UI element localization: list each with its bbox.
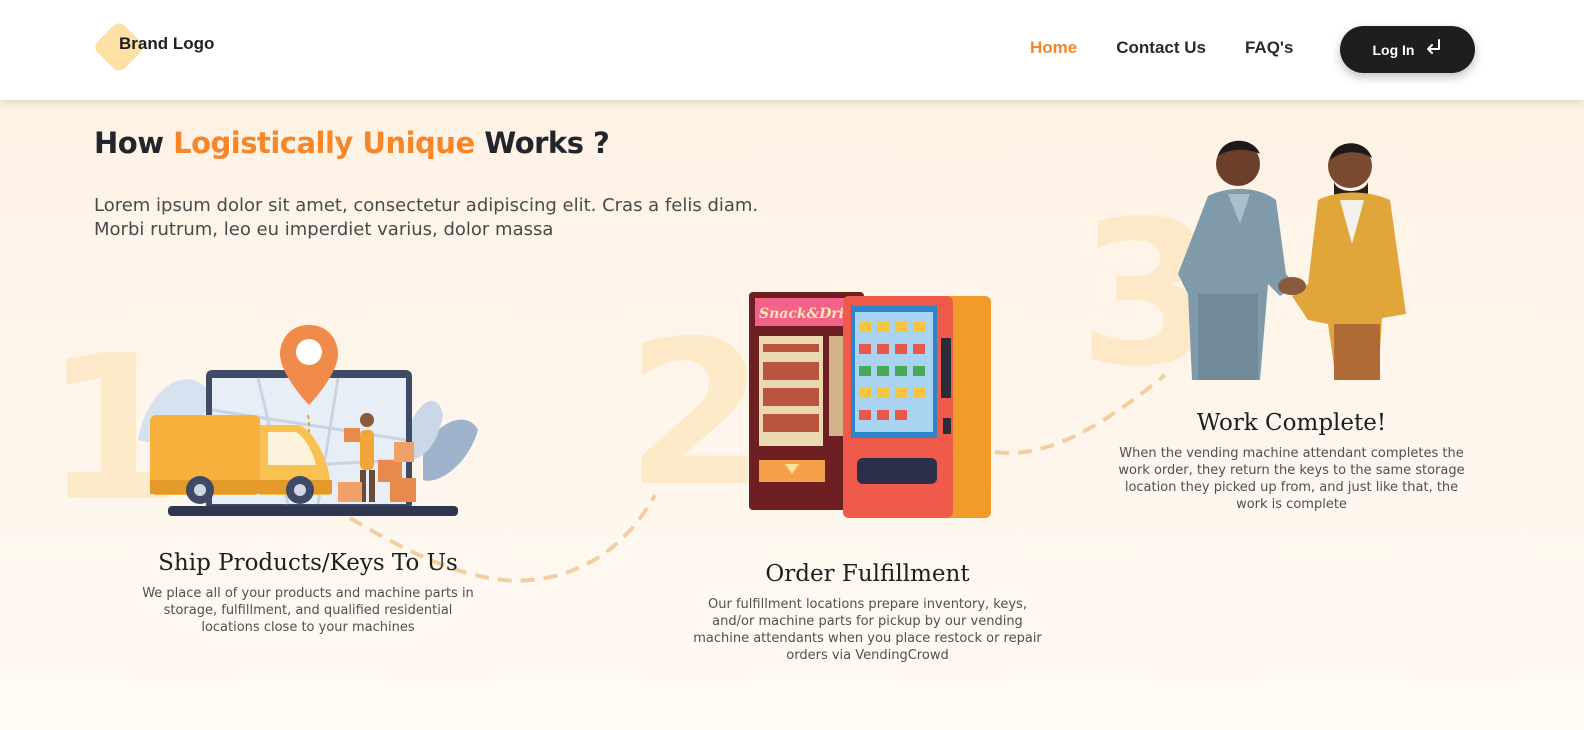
step-1-description: We place all of your products and machin… [142,586,474,635]
brand-name: Brand Logo [119,34,215,53]
step-2-description: Our fulfillment locations prepare invent… [693,597,1042,663]
enter-arrow-icon [1425,38,1443,60]
login-label: Log In [1372,41,1415,58]
step-1-title: Ship Products/Keys To Us [158,550,458,576]
step-3-title: Work Complete! [1196,410,1387,436]
handshake-illustration [1178,140,1406,380]
vending-machines-illustration: Snack&Drink [749,292,991,518]
main-nav: Home Contact Us FAQ's [1030,38,1332,58]
nav-faqs[interactable]: FAQ's [1245,38,1293,58]
step-3-description: When the vending machine attendant compl… [1118,446,1465,512]
nav-home[interactable]: Home [1030,38,1077,58]
step-2-title: Order Fulfillment [765,561,970,587]
site-header: Brand Logo Home Contact Us FAQ's Log In [0,0,1584,100]
nav-contact-us[interactable]: Contact Us [1116,38,1206,58]
delivery-truck-illustration [138,325,478,516]
brand-logo[interactable]: Brand Logo [92,20,215,74]
login-button[interactable]: Log In [1340,26,1475,73]
